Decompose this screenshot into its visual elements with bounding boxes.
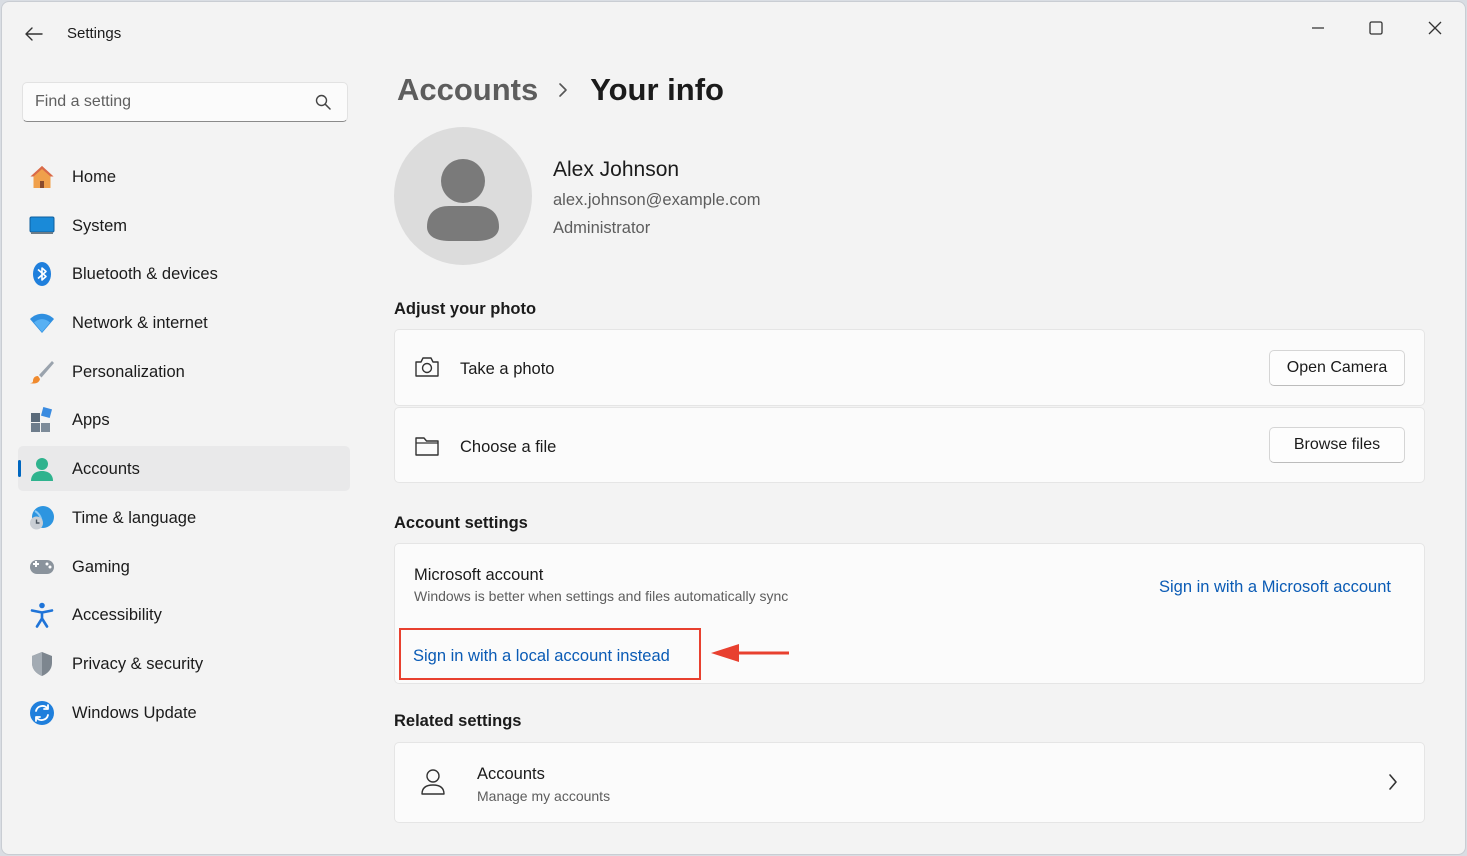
avatar	[394, 127, 532, 265]
gamepad-icon	[30, 559, 54, 574]
section-title-adjust-photo: Adjust your photo	[394, 300, 537, 318]
breadcrumb: Accounts Your info	[397, 68, 724, 112]
settings-window: Settings Home	[1, 1, 1466, 855]
sidebar-item-label: Windows Update	[72, 703, 197, 722]
brush-icon	[30, 360, 54, 384]
sidebar-item-accounts[interactable]: Accounts	[18, 446, 350, 492]
apps-icon	[31, 407, 53, 433]
sidebar-item-label: Privacy & security	[72, 654, 204, 673]
sidebar-item-label: Apps	[72, 411, 110, 430]
microsoft-account-signin-link[interactable]: Sign in with a Microsoft account	[1159, 578, 1391, 597]
browse-files-button[interactable]: Browse files	[1269, 427, 1405, 463]
close-button[interactable]	[1415, 14, 1455, 42]
sidebar-item-system[interactable]: System	[18, 203, 350, 248]
back-button[interactable]	[20, 20, 48, 48]
sidebar-item-label: Bluetooth & devices	[72, 265, 218, 284]
microsoft-account-card: Microsoft account Windows is better when…	[394, 543, 1425, 684]
chevron-right-icon	[1389, 774, 1397, 790]
sidebar-item-label: Network & internet	[72, 314, 208, 333]
bluetooth-icon	[33, 262, 51, 287]
close-icon	[1428, 21, 1442, 35]
sidebar-item-accessibility[interactable]: Accessibility	[18, 592, 350, 637]
sidebar-item-label: System	[72, 216, 128, 235]
maximize-button[interactable]	[1356, 14, 1396, 42]
update-icon	[30, 700, 54, 725]
pointer-arrow-icon	[711, 644, 789, 662]
sidebar-item-apps[interactable]: Apps	[18, 397, 350, 442]
user-role: Administrator	[553, 219, 651, 237]
sidebar-item-network[interactable]: Network & internet	[18, 300, 350, 345]
search-input[interactable]	[35, 91, 305, 113]
maximize-icon	[1369, 21, 1383, 35]
chevron-right-icon	[558, 82, 568, 98]
related-accounts-row[interactable]: Accounts Manage my accounts	[394, 742, 1425, 823]
home-icon	[30, 166, 54, 188]
take-photo-row: Take a photo Open Camera	[394, 329, 1425, 406]
sidebar-item-privacy[interactable]: Privacy & security	[18, 641, 350, 686]
system-icon	[29, 216, 55, 234]
accounts-icon	[31, 458, 53, 482]
wifi-icon	[30, 313, 54, 334]
minimize-icon	[1312, 27, 1324, 29]
globe-clock-icon	[30, 505, 54, 530]
app-title: Settings	[67, 25, 122, 42]
sidebar-item-gaming[interactable]: Gaming	[18, 544, 350, 589]
shield-icon	[32, 651, 52, 676]
title-bar: Settings	[2, 2, 1465, 64]
sidebar-item-label: Accounts	[72, 460, 140, 479]
breadcrumb-parent[interactable]: Accounts	[397, 72, 538, 108]
user-name: Alex Johnson	[553, 158, 680, 181]
related-accounts-subtitle: Manage my accounts	[477, 788, 611, 804]
sidebar-item-home[interactable]: Home	[18, 154, 350, 199]
open-camera-button[interactable]: Open Camera	[1269, 350, 1405, 386]
sidebar-nav: Home System Bluetooth & devices Network …	[18, 154, 350, 738]
take-photo-label: Take a photo	[460, 360, 555, 378]
sidebar-item-label: Accessibility	[72, 606, 162, 625]
sidebar-item-personalization[interactable]: Personalization	[18, 349, 350, 394]
search-box[interactable]	[22, 82, 348, 122]
local-account-signin-link[interactable]: Sign in with a local account instead	[413, 647, 670, 666]
microsoft-account-description: Windows is better when settings and file…	[414, 588, 789, 604]
section-title-account-settings: Account settings	[394, 514, 528, 532]
minimize-button[interactable]	[1298, 14, 1338, 42]
camera-icon	[415, 357, 439, 377]
sidebar-item-windows-update[interactable]: Windows Update	[18, 690, 350, 735]
user-silhouette-icon	[427, 159, 499, 241]
sidebar-item-label: Personalization	[72, 362, 185, 381]
page-title: Your info	[590, 72, 724, 107]
sidebar-item-label: Gaming	[72, 557, 130, 576]
microsoft-account-title: Microsoft account	[414, 566, 544, 584]
accessibility-icon	[30, 602, 54, 628]
user-email: alex.johnson@example.com	[553, 191, 761, 209]
choose-file-row: Choose a file Browse files	[394, 407, 1425, 483]
folder-icon	[415, 437, 439, 456]
search-icon[interactable]	[315, 94, 331, 110]
back-arrow-icon	[25, 27, 43, 41]
sidebar-item-label: Home	[72, 168, 117, 186]
sidebar-item-time-language[interactable]: Time & language	[18, 495, 350, 540]
person-icon	[421, 769, 445, 795]
sidebar-item-bluetooth[interactable]: Bluetooth & devices	[18, 251, 350, 296]
sidebar-item-label: Time & language	[72, 508, 197, 527]
choose-file-label: Choose a file	[460, 438, 557, 456]
related-accounts-title: Accounts	[477, 765, 545, 783]
section-title-related-settings: Related settings	[394, 712, 522, 730]
